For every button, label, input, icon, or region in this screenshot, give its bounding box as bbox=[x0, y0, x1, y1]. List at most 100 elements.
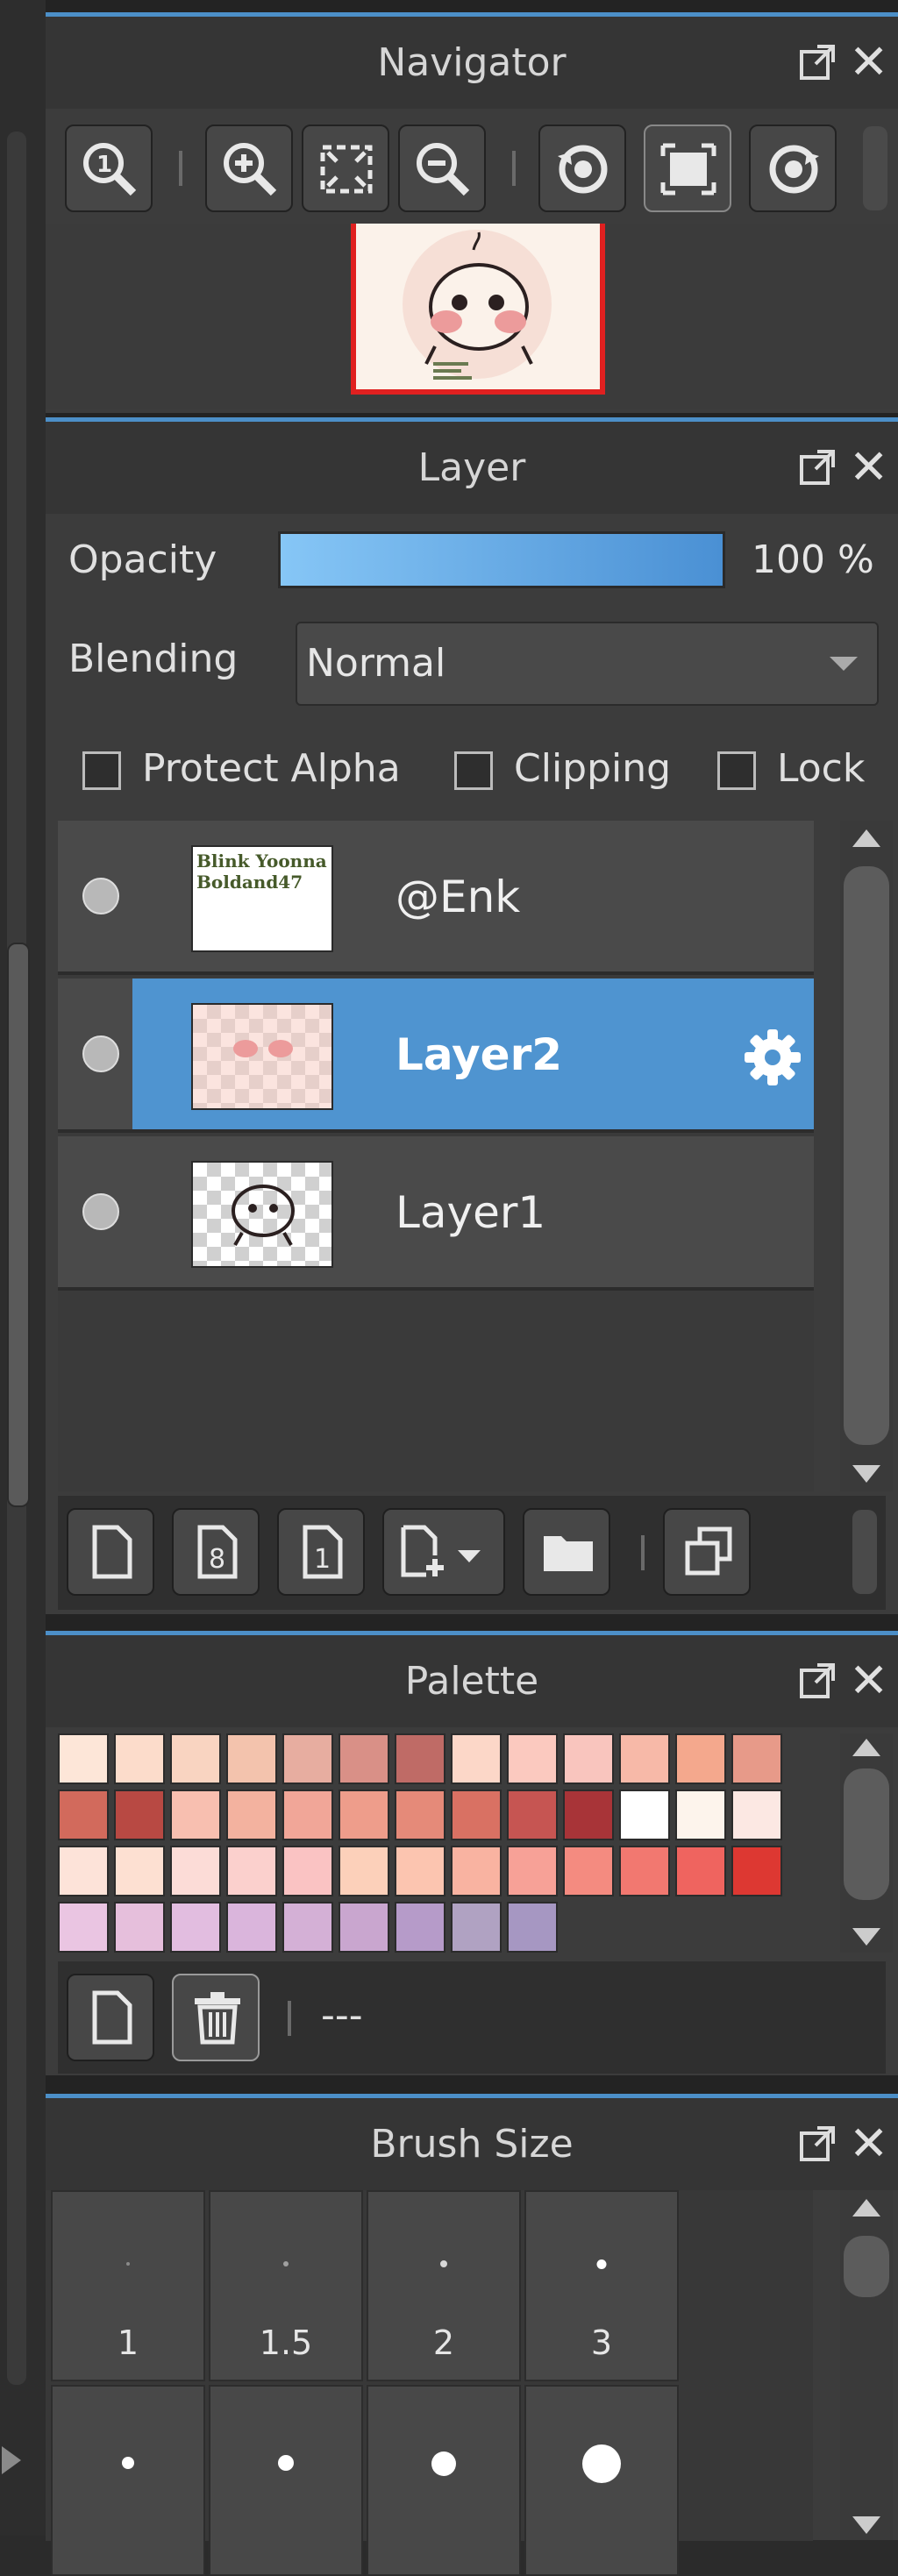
new-layer-button[interactable] bbox=[67, 1508, 154, 1596]
new-palette-button[interactable] bbox=[67, 1974, 154, 2061]
color-swatch[interactable] bbox=[339, 1790, 389, 1840]
scrollbar-thumb[interactable] bbox=[844, 866, 889, 1445]
duplicate-layer-button[interactable] bbox=[663, 1508, 751, 1596]
blending-select[interactable]: Normal bbox=[296, 622, 879, 706]
color-swatch[interactable] bbox=[619, 1733, 670, 1784]
fit-window-button[interactable] bbox=[644, 125, 731, 212]
fit-screen-button[interactable] bbox=[302, 125, 389, 212]
zoom-in-button[interactable] bbox=[205, 125, 293, 212]
brush-size-cell[interactable]: 1.5 bbox=[209, 2190, 363, 2381]
color-swatch[interactable] bbox=[114, 1846, 165, 1896]
color-swatch[interactable] bbox=[507, 1733, 558, 1784]
layer-list-scrollbar[interactable] bbox=[840, 821, 893, 1491]
color-swatch[interactable] bbox=[451, 1790, 502, 1840]
color-swatch[interactable] bbox=[507, 1902, 558, 1953]
scrollbar-thumb[interactable] bbox=[844, 1768, 889, 1900]
visibility-toggle[interactable] bbox=[82, 878, 119, 914]
color-swatch[interactable] bbox=[282, 1846, 333, 1896]
color-swatch[interactable] bbox=[563, 1790, 614, 1840]
scroll-down-icon[interactable] bbox=[852, 1465, 880, 1483]
layer-row[interactable]: Blink Yoonna Boldand47 @Enk bbox=[58, 821, 814, 975]
scroll-down-icon[interactable] bbox=[852, 1928, 880, 1946]
toolbar-scrollbar[interactable] bbox=[852, 1510, 877, 1594]
visibility-toggle[interactable] bbox=[82, 1035, 119, 1072]
scrollbar-thumb[interactable] bbox=[844, 2236, 889, 2297]
zoom-actual-button[interactable]: 1 bbox=[65, 125, 153, 212]
color-swatch[interactable] bbox=[114, 1733, 165, 1784]
brush-size-cell[interactable] bbox=[51, 2385, 205, 2576]
color-swatch[interactable] bbox=[395, 1846, 445, 1896]
expand-arrow-icon[interactable] bbox=[2, 2446, 21, 2474]
close-icon[interactable]: ✕ bbox=[849, 1657, 888, 1704]
color-swatch[interactable] bbox=[395, 1902, 445, 1953]
color-swatch[interactable] bbox=[619, 1790, 670, 1840]
new-1bit-layer-button[interactable]: 1 bbox=[277, 1508, 365, 1596]
color-swatch[interactable] bbox=[395, 1733, 445, 1784]
brush-size-cell[interactable] bbox=[209, 2385, 363, 2576]
new-folder-button[interactable] bbox=[523, 1508, 610, 1596]
checkbox-box[interactable] bbox=[82, 751, 121, 790]
rotate-left-button[interactable] bbox=[538, 125, 626, 212]
color-swatch[interactable] bbox=[395, 1790, 445, 1840]
add-layer-menu-button[interactable] bbox=[382, 1508, 505, 1596]
color-swatch[interactable] bbox=[114, 1790, 165, 1840]
color-swatch[interactable] bbox=[170, 1790, 221, 1840]
scroll-up-icon[interactable] bbox=[852, 1739, 880, 1756]
checkbox-box[interactable] bbox=[717, 751, 756, 790]
scroll-down-icon[interactable] bbox=[852, 2516, 880, 2534]
color-swatch[interactable] bbox=[170, 1902, 221, 1953]
color-swatch[interactable] bbox=[170, 1733, 221, 1784]
layer-row-selected[interactable]: Layer2 bbox=[58, 978, 814, 1133]
color-swatch[interactable] bbox=[58, 1733, 109, 1784]
brush-size-scrollbar[interactable] bbox=[840, 2190, 893, 2540]
scroll-up-icon[interactable] bbox=[852, 829, 880, 847]
color-swatch[interactable] bbox=[226, 1733, 277, 1784]
color-swatch[interactable] bbox=[451, 1846, 502, 1896]
color-swatch[interactable] bbox=[282, 1790, 333, 1840]
scroll-up-icon[interactable] bbox=[852, 2199, 880, 2217]
popout-icon[interactable] bbox=[798, 1662, 837, 1700]
popout-icon[interactable] bbox=[798, 448, 837, 487]
color-swatch[interactable] bbox=[282, 1733, 333, 1784]
rotate-right-button[interactable] bbox=[749, 125, 837, 212]
color-swatch[interactable] bbox=[58, 1902, 109, 1953]
color-swatch[interactable] bbox=[675, 1733, 726, 1784]
color-swatch[interactable] bbox=[563, 1846, 614, 1896]
color-swatch[interactable] bbox=[170, 1846, 221, 1896]
delete-palette-button[interactable] bbox=[172, 1974, 260, 2061]
color-swatch[interactable] bbox=[507, 1790, 558, 1840]
color-swatch[interactable] bbox=[619, 1846, 670, 1896]
color-swatch[interactable] bbox=[731, 1846, 782, 1896]
color-swatch[interactable] bbox=[731, 1790, 782, 1840]
color-swatch[interactable] bbox=[675, 1790, 726, 1840]
zoom-out-button[interactable] bbox=[398, 125, 486, 212]
brush-size-cell[interactable]: 2 bbox=[367, 2190, 521, 2381]
color-swatch[interactable] bbox=[58, 1846, 109, 1896]
gear-icon[interactable] bbox=[742, 1027, 803, 1088]
brush-size-cell[interactable]: 1 bbox=[51, 2190, 205, 2381]
palette-scrollbar[interactable] bbox=[840, 1733, 893, 1953]
color-swatch[interactable] bbox=[339, 1733, 389, 1784]
color-swatch[interactable] bbox=[226, 1790, 277, 1840]
color-swatch[interactable] bbox=[339, 1846, 389, 1896]
checkbox-box[interactable] bbox=[454, 751, 493, 790]
brush-size-cell[interactable] bbox=[367, 2385, 521, 2576]
color-swatch[interactable] bbox=[731, 1733, 782, 1784]
popout-icon[interactable] bbox=[798, 43, 837, 82]
color-swatch[interactable] bbox=[226, 1902, 277, 1953]
color-swatch[interactable] bbox=[282, 1902, 333, 1953]
toolbar-scrollbar[interactable] bbox=[863, 126, 887, 210]
color-swatch[interactable] bbox=[451, 1902, 502, 1953]
left-scrollbar-thumb[interactable] bbox=[7, 943, 30, 1507]
close-icon[interactable]: ✕ bbox=[849, 39, 888, 86]
color-swatch[interactable] bbox=[339, 1902, 389, 1953]
color-swatch[interactable] bbox=[507, 1846, 558, 1896]
brush-size-cell[interactable]: 3 bbox=[524, 2190, 679, 2381]
color-swatch[interactable] bbox=[675, 1846, 726, 1896]
visibility-toggle[interactable] bbox=[82, 1193, 119, 1230]
new-8bit-layer-button[interactable]: 8 bbox=[172, 1508, 260, 1596]
color-swatch[interactable] bbox=[114, 1902, 165, 1953]
layer-row[interactable]: Layer1 bbox=[58, 1136, 814, 1291]
close-icon[interactable]: ✕ bbox=[849, 444, 888, 491]
close-icon[interactable]: ✕ bbox=[849, 2120, 888, 2167]
